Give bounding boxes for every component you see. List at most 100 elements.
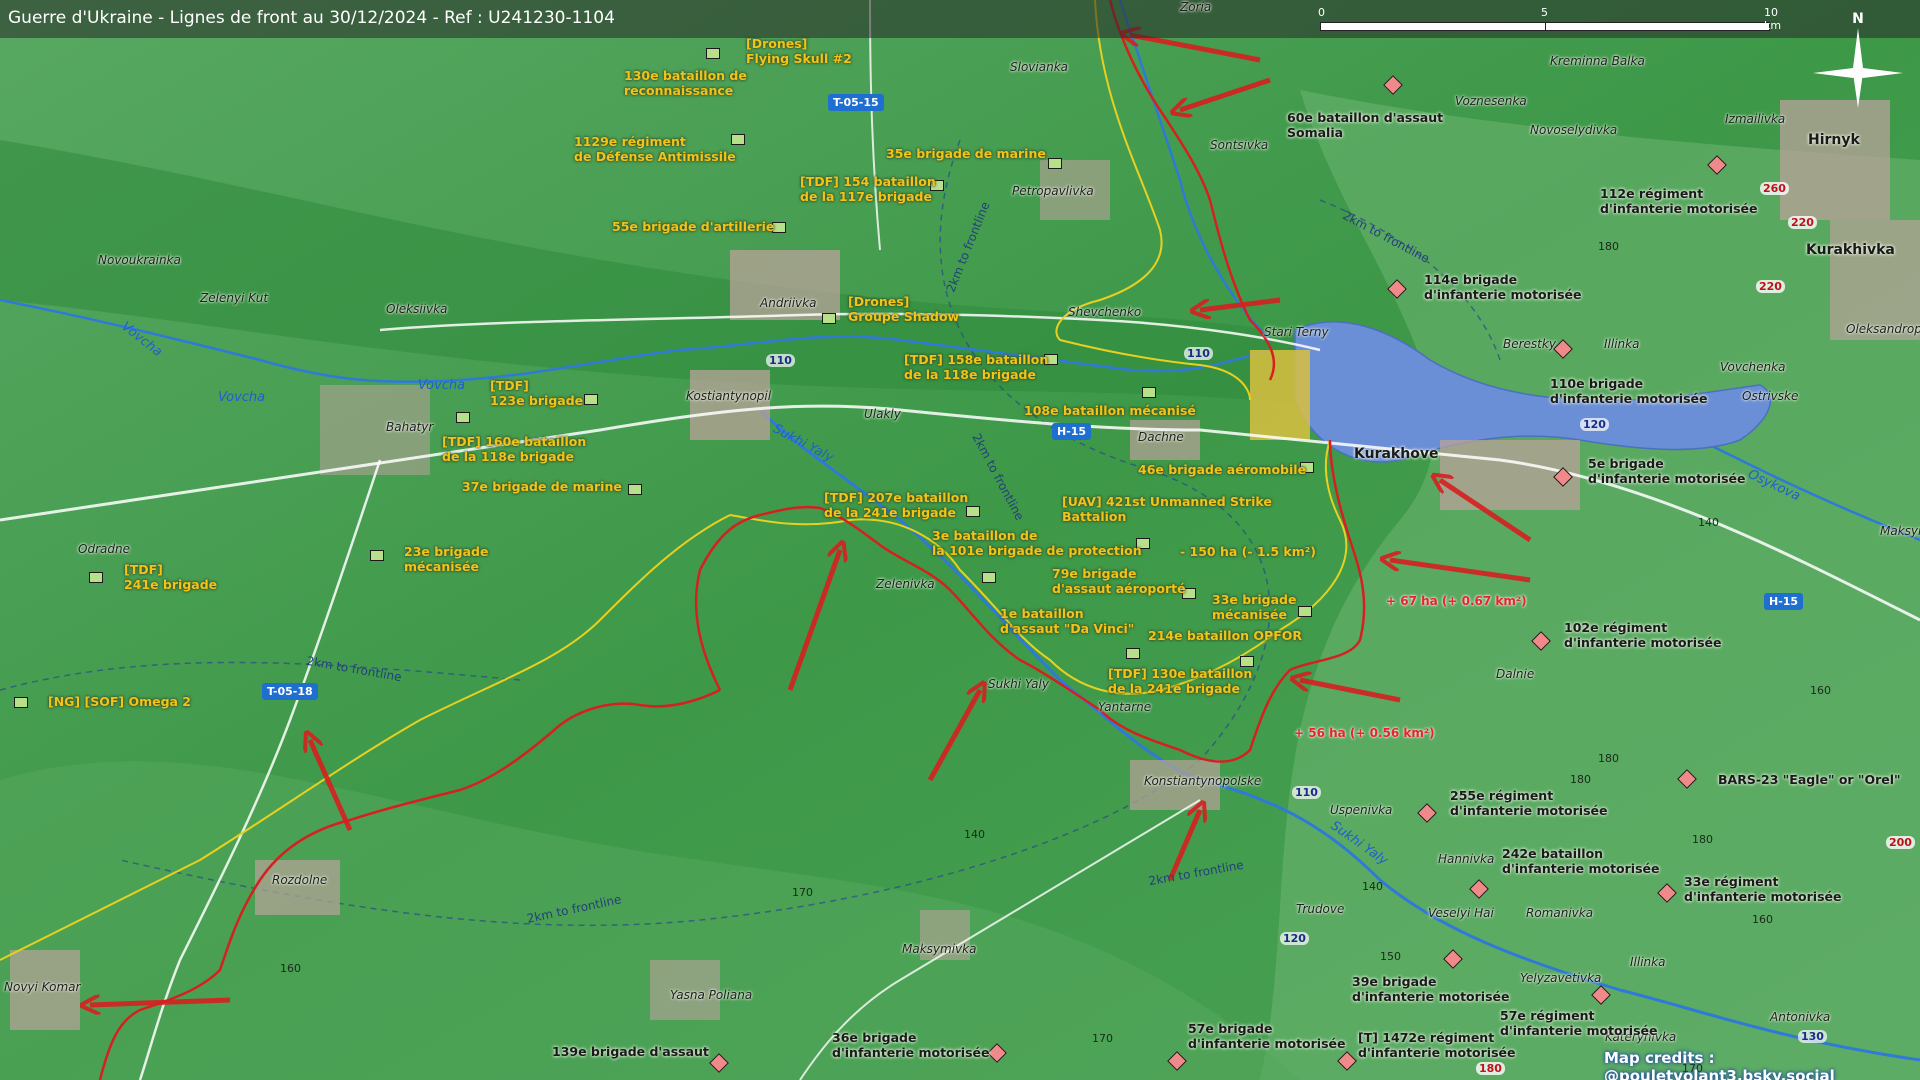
- ru-unit-label: [T] 1472e régiment d'infanterie motorisé…: [1358, 1030, 1516, 1060]
- urban-kostiantynopil: [690, 370, 770, 440]
- map-canvas[interactable]: Guerre d'Ukraine - Lignes de front au 30…: [0, 0, 1920, 1080]
- ua-unit-symbol[interactable]: [1126, 648, 1140, 659]
- urban-hirnyk: [1780, 100, 1890, 220]
- ua-unit-symbol[interactable]: [628, 484, 642, 495]
- ru-unit-label: 33e régiment d'infanterie motorisée: [1684, 874, 1842, 904]
- ua-unit-symbol[interactable]: [14, 697, 28, 708]
- road-number-red: 260: [1760, 182, 1789, 195]
- road-number: 120: [1580, 418, 1609, 431]
- town-label: Voznesenka: [1455, 94, 1527, 108]
- town-label: Rozdolne: [272, 873, 328, 887]
- ua-unit-symbol[interactable]: [1298, 606, 1312, 617]
- town-label: Veselyi Hai: [1428, 906, 1494, 920]
- elevation-label: 140: [964, 828, 985, 841]
- town-label: Oleksandropil: [1846, 322, 1920, 336]
- territory-loss-label: - 150 ha (- 1.5 km²): [1180, 544, 1316, 559]
- town-label: Maksymivka: [902, 942, 977, 956]
- ru-unit-label: 102e régiment d'infanterie motorisée: [1564, 620, 1722, 650]
- town-label: Yantarne: [1098, 700, 1152, 714]
- town-label: Ostrivske: [1742, 389, 1799, 403]
- town-label: Andriivka: [760, 296, 817, 310]
- ru-unit-label: 60e bataillon d'assaut Somalia: [1287, 110, 1444, 140]
- ua-unit-symbol[interactable]: [706, 48, 720, 59]
- ua-unit-symbol[interactable]: [1048, 158, 1062, 169]
- elevation-label: 180: [1598, 752, 1619, 765]
- ua-unit-label: 108e bataillon mécanisé: [1024, 403, 1196, 418]
- elevation-label: 160: [1752, 913, 1773, 926]
- ua-unit-label: [TDF] 241e brigade: [124, 562, 218, 592]
- elevation-label: 170: [1092, 1032, 1113, 1045]
- ru-unit-label: BARS-23 "Eagle" or "Orel": [1718, 772, 1901, 787]
- scale-label-10: 10 km: [1764, 6, 1782, 32]
- ru-unit-label: 57e brigade d'infanterie motorisée: [1188, 1021, 1346, 1051]
- ua-unit-symbol[interactable]: [370, 550, 384, 561]
- ua-unit-label: [TDF] 160e bataillon de la 118e brigade: [442, 434, 587, 464]
- ua-unit-label: [Drones] Groupe Shadow: [848, 294, 960, 324]
- town-label: Oleksiivka: [386, 302, 448, 316]
- town-label: Novyi Komar: [4, 980, 81, 994]
- town-label: Antonivka: [1770, 1010, 1831, 1024]
- town-label: Zelenyi Kut: [200, 291, 269, 305]
- town-label: Sukhi Yaly: [988, 677, 1049, 691]
- ua-unit-label: [TDF] 154 bataillon de la 117e brigade: [800, 174, 936, 204]
- town-label: Kostiantynopil: [686, 389, 772, 403]
- ru-unit-label: 139e brigade d'assaut: [552, 1044, 709, 1059]
- elevation-label: 170: [792, 886, 813, 899]
- ru-unit-label: 39e brigade d'infanterie motorisée: [1352, 974, 1510, 1004]
- town-label: Yasna Poliana: [670, 988, 753, 1002]
- ua-unit-label: [TDF] 158e bataillon de la 118e brigade: [904, 352, 1049, 382]
- ru-unit-label: 36e brigade d'infanterie motorisée: [832, 1030, 990, 1060]
- compass-rose-icon: N: [1808, 8, 1908, 108]
- ua-unit-label: 23e brigade mécanisée: [404, 544, 489, 574]
- territory-gain-label: + 67 ha (+ 0.67 km²): [1386, 594, 1527, 608]
- town-label: Uspenivka: [1330, 803, 1393, 817]
- town-label: Illinka: [1630, 955, 1666, 969]
- ua-unit-label: 1129e régiment de Défense Antimissile: [574, 134, 736, 164]
- town-label: Yelyzavetivka: [1520, 971, 1602, 985]
- territory-gain-label: + 56 ha (+ 0.56 km²): [1294, 726, 1435, 740]
- town-label: Vovchenka: [1720, 360, 1786, 374]
- major-town-label: Kurakhivka: [1806, 242, 1895, 258]
- town-label: Hannivka: [1438, 852, 1495, 866]
- road-badge: T-05-15: [828, 94, 884, 111]
- ua-unit-label: [TDF] 130e bataillon de la 241e brigade: [1108, 666, 1253, 696]
- ua-unit-symbol[interactable]: [982, 572, 996, 583]
- town-label: Bahatyr: [386, 420, 434, 434]
- river-label: Vovcha: [218, 390, 266, 405]
- ru-unit-label: 242e bataillon d'infanterie motorisée: [1502, 846, 1660, 876]
- town-label: Trudove: [1296, 902, 1345, 916]
- ua-unit-label: 1e bataillon d'assaut "Da Vinci": [1000, 606, 1135, 636]
- town-label: Novoselydivka: [1530, 123, 1618, 137]
- town-label: Odradne: [78, 542, 130, 556]
- ua-unit-label: 130e bataillon de reconnaissance: [624, 68, 747, 98]
- ua-unit-symbol[interactable]: [584, 394, 598, 405]
- road-number-red: 220: [1756, 280, 1785, 293]
- town-label: Berestky: [1503, 337, 1556, 351]
- road-badge: T-05-18: [262, 683, 318, 700]
- road-badge: H-15: [1764, 593, 1804, 610]
- compass-n-label: N: [1852, 11, 1864, 27]
- ua-unit-symbol[interactable]: [89, 572, 103, 583]
- scale-bar: 0 5 10 km: [1318, 4, 1781, 34]
- town-label: Stari Terny: [1264, 325, 1329, 339]
- town-label: Illinka: [1604, 337, 1640, 351]
- ua-unit-symbol[interactable]: [1142, 387, 1156, 398]
- ua-unit-label: [NG] [SOF] Omega 2: [48, 694, 192, 709]
- ua-unit-label: [TDF] 207e bataillon de la 241e brigade: [824, 490, 969, 520]
- road-badge: H-15: [1052, 423, 1092, 440]
- ru-unit-label: 255e régiment d'infanterie motorisée: [1450, 788, 1608, 818]
- elevation-label: 150: [1380, 950, 1401, 963]
- major-town-label: Kurakhove: [1354, 446, 1439, 462]
- elevation-label: 140: [1362, 880, 1383, 893]
- ua-unit-label: 214e bataillon OPFOR: [1148, 628, 1302, 643]
- town-label: Zelenivka: [876, 577, 935, 591]
- ua-unit-symbol[interactable]: [456, 412, 470, 423]
- ua-unit-label: 79e brigade d'assaut aéroporté: [1052, 566, 1186, 596]
- road-number: 110: [1292, 786, 1321, 799]
- ua-unit-symbol[interactable]: [822, 313, 836, 324]
- scale-label-0: 0: [1318, 6, 1325, 19]
- map-credits: Map credits : @pouletvolant3.bsky.social: [1604, 1049, 1835, 1080]
- town-label: Izmailivka: [1725, 112, 1786, 126]
- ru-unit-label: 112e régiment d'infanterie motorisée: [1600, 186, 1758, 216]
- town-label: Sontsivka: [1210, 138, 1269, 152]
